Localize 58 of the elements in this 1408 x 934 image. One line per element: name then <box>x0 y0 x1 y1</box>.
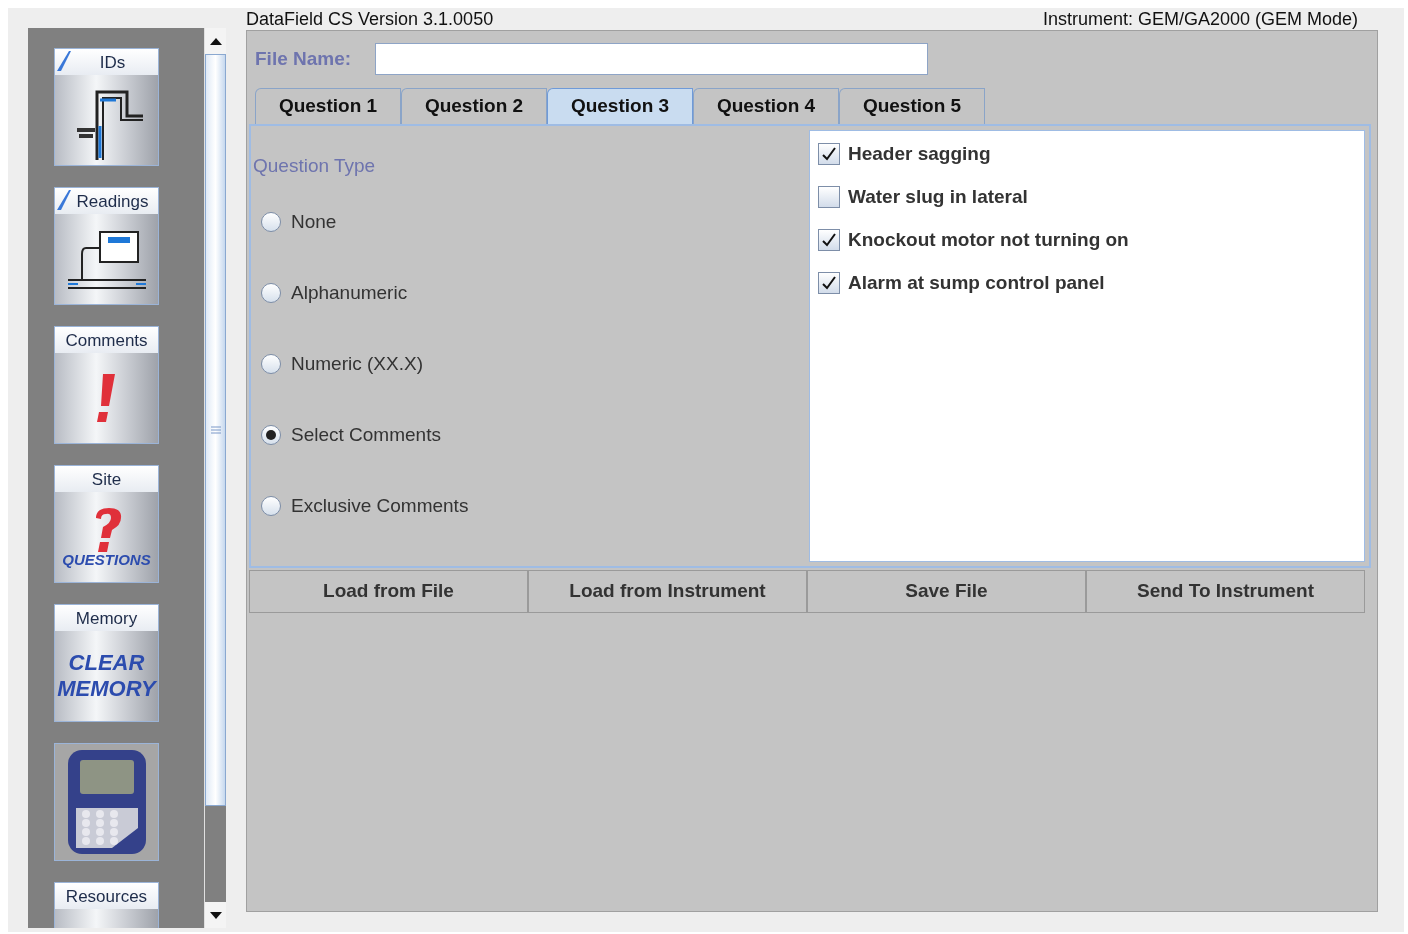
tab[interactable]: Question 2 <box>401 88 547 124</box>
instrument-label: Instrument: GEM/GA2000 (GEM Mode) <box>1042 7 1358 31</box>
checkbox[interactable] <box>818 229 840 251</box>
radio-option[interactable]: Exclusive Comments <box>261 490 809 522</box>
sidebar-tile[interactable]: Resources <box>54 882 159 928</box>
comment-checkbox-row[interactable]: Header sagging <box>818 141 1364 167</box>
action-button[interactable]: Send To Instrument <box>1086 570 1365 613</box>
question-type-label: Question Type <box>253 154 377 178</box>
file-name-field[interactable] <box>375 43 929 75</box>
tile-label: IDs <box>98 53 126 71</box>
tile-label: Site <box>91 470 122 488</box>
tab[interactable]: Question 4 <box>693 88 839 124</box>
down-arrow-icon <box>209 911 222 919</box>
tile-label: Readings <box>75 192 149 210</box>
comment-checkbox-row[interactable]: Alarm at sump control panel <box>818 270 1364 296</box>
radio-option[interactable]: Select Comments <box>261 419 809 451</box>
sidebar-tile[interactable]: Memory CLEAR MEMORY <box>54 604 159 722</box>
sidebar-tile[interactable]: Readings <box>54 187 159 305</box>
action-button[interactable]: Save File <box>807 570 1086 613</box>
handheld-device-icon <box>65 748 148 856</box>
radio-button[interactable] <box>261 354 281 374</box>
tick-icon <box>55 49 71 71</box>
grip-icon <box>210 426 221 434</box>
questions-caption: QUESTIONS <box>62 551 151 567</box>
tab[interactable]: Question 3 <box>547 88 693 124</box>
action-button[interactable]: Load from Instrument <box>528 570 807 613</box>
sidebar-tile[interactable]: Site QUESTIONS <box>54 465 159 583</box>
memory-caption: MEMORY <box>57 676 156 702</box>
tile-label: Comments <box>65 331 148 349</box>
checkbox[interactable] <box>818 143 840 165</box>
sidebar-tile[interactable]: Comments <box>54 326 159 444</box>
file-name-label: File Name: <box>255 46 352 71</box>
radio-button[interactable] <box>261 283 281 303</box>
up-arrow-icon <box>209 37 222 45</box>
scrollbar-thumb[interactable] <box>205 54 226 806</box>
radio-button[interactable] <box>261 425 281 445</box>
sidebar-tile[interactable] <box>54 743 159 861</box>
exclamation-icon <box>96 374 117 422</box>
app-version-title: DataField CS Version 3.1.0050 <box>246 7 494 31</box>
radio-option[interactable]: Numeric (XX.X) <box>261 348 809 380</box>
radio-button[interactable] <box>261 496 281 516</box>
scroll-down-button[interactable] <box>205 902 226 928</box>
tick-icon <box>55 188 71 210</box>
checkbox[interactable] <box>818 186 840 208</box>
scroll-up-button[interactable] <box>205 28 226 54</box>
tab[interactable]: Question 5 <box>839 88 985 124</box>
tile-label: Resources <box>65 887 148 905</box>
radio-option[interactable]: Alphanumeric <box>261 277 809 309</box>
radio-button[interactable] <box>261 212 281 232</box>
comment-checkbox-row[interactable]: Knockout motor not turning on <box>818 227 1364 253</box>
radio-option[interactable]: None <box>261 206 809 238</box>
tile-label: Memory <box>75 609 138 627</box>
tab[interactable]: Question 1 <box>255 88 401 124</box>
checkbox[interactable] <box>818 272 840 294</box>
memory-caption: CLEAR <box>68 650 145 676</box>
sidebar-tile[interactable]: IDs <box>54 48 159 166</box>
comment-checkbox-row[interactable]: Water slug in lateral <box>818 184 1364 210</box>
action-button[interactable]: Load from File <box>249 570 528 613</box>
